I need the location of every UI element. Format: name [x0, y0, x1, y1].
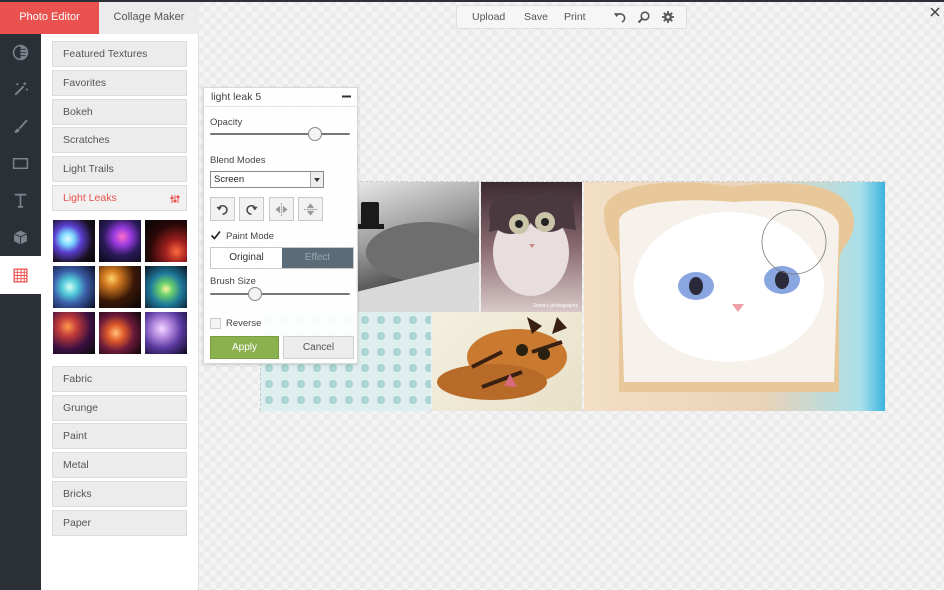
settings-sliders-icon[interactable] — [170, 186, 180, 214]
photo-cell-kitten[interactable]: Sonia's photography — [481, 182, 582, 312]
photo-cell-tabby-cat[interactable] — [432, 312, 582, 411]
effect-settings-panel: light leak 5 Opacity Blend Modes Screen … — [203, 87, 358, 364]
adjust-icon — [12, 44, 29, 61]
category-paper[interactable]: Paper — [52, 510, 187, 536]
bw-cat-photo — [356, 202, 479, 312]
rail-frame[interactable] — [0, 145, 41, 182]
blend-mode-value: Screen — [214, 174, 245, 185]
paint-mode-label: Paint Mode — [226, 231, 275, 242]
original-effect-toggle: Original Effect — [210, 247, 354, 269]
light-leak-thumbnail[interactable] — [53, 312, 95, 354]
light-leak-thumbnail[interactable] — [145, 312, 187, 354]
category-bricks[interactable]: Bricks — [52, 481, 187, 507]
opacity-slider-handle[interactable] — [308, 127, 322, 141]
apply-button[interactable]: Apply — [210, 336, 279, 359]
opacity-slider-track — [210, 133, 350, 135]
category-bokeh[interactable]: Bokeh — [52, 99, 187, 125]
category-scratches[interactable]: Scratches — [52, 127, 187, 153]
brush-size-label: Brush Size — [210, 276, 256, 287]
rail-sticker[interactable] — [0, 219, 41, 256]
rotate-right-icon — [246, 205, 258, 215]
rotate-left-icon — [216, 205, 228, 215]
light-leak-thumbnail[interactable] — [145, 266, 187, 308]
blend-mode-select[interactable]: Screen — [210, 171, 324, 188]
print-button[interactable]: Print — [564, 6, 586, 28]
category-featured-textures[interactable]: Featured Textures — [52, 41, 187, 67]
flip-vertical-icon — [303, 203, 318, 216]
light-leak-thumbnail[interactable] — [53, 220, 95, 262]
photo-cell-bw-cat[interactable] — [356, 182, 479, 312]
text-icon — [14, 193, 27, 208]
reverse-checkbox[interactable] — [210, 318, 221, 329]
tool-rail — [0, 34, 41, 590]
rail-magic[interactable] — [0, 71, 41, 108]
texture-category-panel: Featured Textures Favorites Bokeh Scratc… — [41, 34, 199, 590]
cube-icon — [13, 230, 28, 245]
light-leak-thumbnail[interactable] — [99, 312, 141, 354]
category-light-leaks[interactable]: Light Leaks — [52, 185, 187, 211]
panel-title: light leak 5 — [204, 88, 357, 107]
light-leak-thumbnail[interactable] — [99, 220, 141, 262]
rail-text[interactable] — [0, 182, 41, 219]
rail-textures[interactable] — [0, 256, 41, 294]
magic-wand-icon — [14, 82, 28, 96]
undo-icon[interactable] — [613, 10, 627, 24]
blend-modes-label: Blend Modes — [210, 155, 266, 166]
category-grunge[interactable]: Grunge — [52, 395, 187, 421]
minimize-icon[interactable] — [342, 92, 351, 101]
close-icon[interactable] — [929, 6, 941, 18]
category-favorites[interactable]: Favorites — [52, 70, 187, 96]
rail-adjust[interactable] — [0, 34, 41, 71]
settings-gear-icon[interactable] — [661, 10, 675, 24]
brush-size-slider[interactable] — [210, 287, 350, 301]
category-paint[interactable]: Paint — [52, 423, 187, 449]
brush-size-slider-track — [210, 293, 350, 295]
frame-icon — [12, 157, 29, 170]
category-light-trails[interactable]: Light Trails — [52, 156, 187, 182]
tab-photo-editor[interactable]: Photo Editor — [0, 2, 99, 40]
light-leak-thumbnail[interactable] — [99, 266, 141, 308]
flip-vertical-button[interactable] — [298, 197, 323, 221]
photo-cell-bread-cat[interactable] — [584, 182, 885, 411]
flip-horizontal-button[interactable] — [269, 197, 294, 221]
brush-icon — [14, 119, 28, 133]
cancel-button[interactable]: Cancel — [283, 336, 354, 359]
save-button[interactable]: Save — [524, 6, 548, 28]
chevron-down-icon[interactable] — [310, 172, 323, 187]
light-leak-thumbnail[interactable] — [145, 220, 187, 262]
paint-mode-checkbox[interactable] — [210, 230, 221, 241]
flip-horizontal-icon — [275, 202, 288, 217]
kitten-photo — [489, 190, 576, 296]
upload-button[interactable]: Upload — [472, 6, 505, 28]
light-leak-thumbnail[interactable] — [53, 266, 95, 308]
rail-brush[interactable] — [0, 108, 41, 145]
photo-caption: Sonia's photography — [532, 303, 578, 309]
zoom-icon[interactable] — [637, 10, 651, 24]
brush-size-slider-handle[interactable] — [248, 287, 262, 301]
check-icon — [210, 230, 221, 240]
rotate-right-button[interactable] — [239, 197, 264, 221]
top-toolbar: Upload Save Print — [456, 5, 687, 29]
mode-tabs: Photo Editor Collage Maker — [0, 2, 199, 40]
toggle-original[interactable]: Original — [211, 248, 282, 268]
category-light-leaks-label: Light Leaks — [63, 192, 117, 204]
toggle-effect[interactable]: Effect — [282, 248, 353, 268]
opacity-slider[interactable] — [210, 127, 350, 141]
tabby-cat-photo — [437, 317, 567, 400]
textures-icon — [13, 267, 28, 283]
category-fabric[interactable]: Fabric — [52, 366, 187, 392]
category-metal[interactable]: Metal — [52, 452, 187, 478]
bread-cat-photo — [604, 182, 854, 392]
tab-collage-maker[interactable]: Collage Maker — [99, 2, 199, 34]
rotate-left-button[interactable] — [210, 197, 235, 221]
reverse-label: Reverse — [226, 318, 262, 329]
